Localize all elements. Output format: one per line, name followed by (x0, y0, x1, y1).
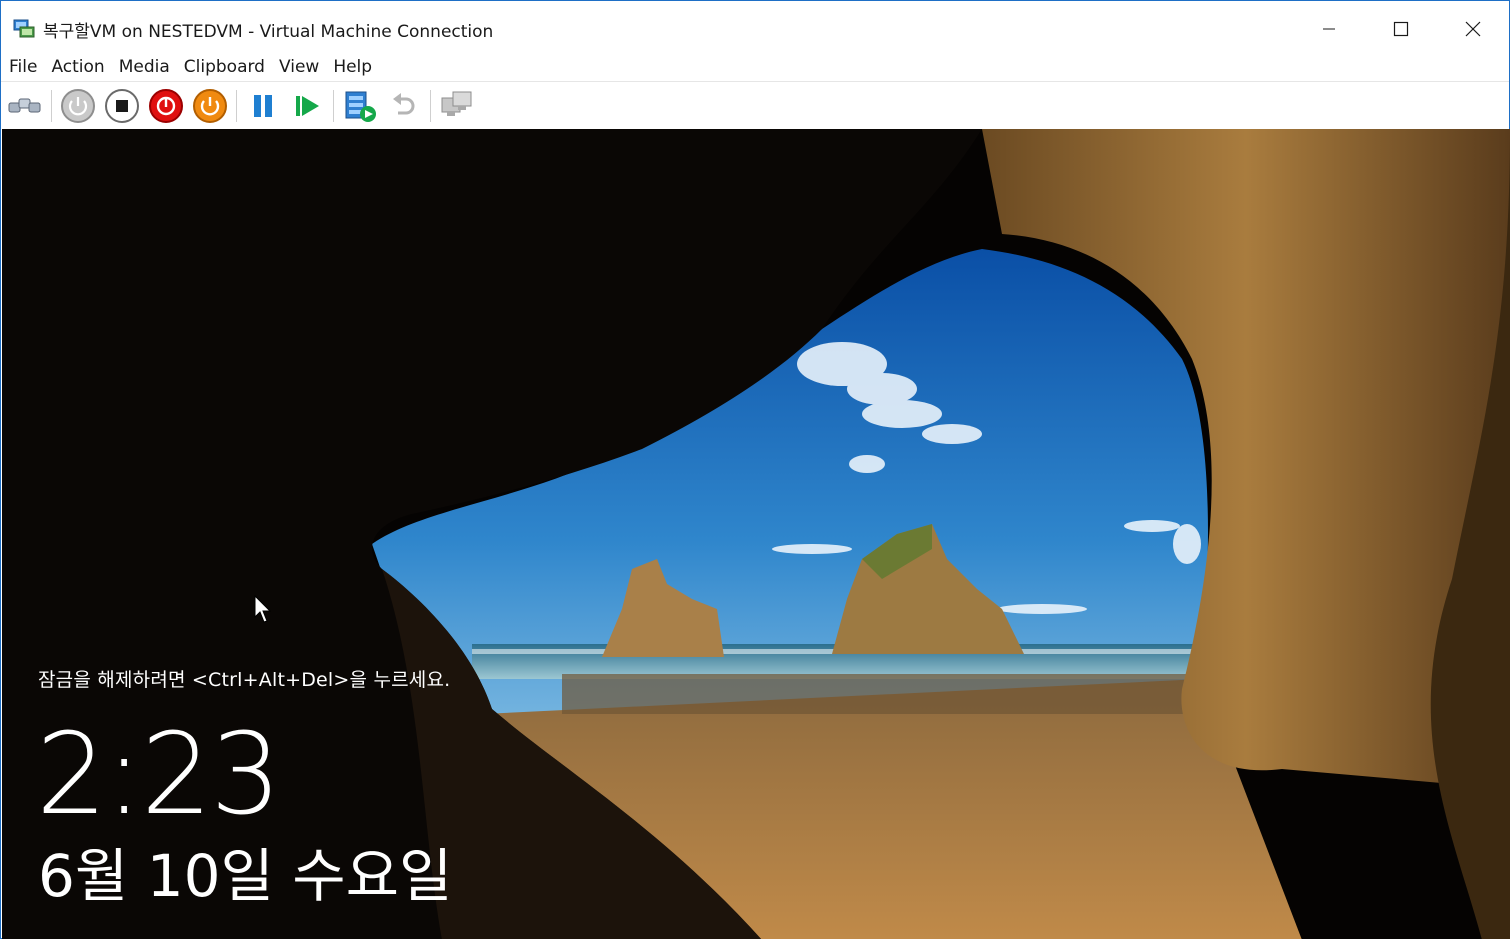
toolbar-separator (333, 89, 334, 122)
vm-connection-window: 복구할VM on NESTEDVM - Virtual Machine Conn… (0, 0, 1510, 939)
revert-icon (393, 92, 415, 114)
vm-display[interactable]: 잠금을 해제하려면 <Ctrl+Alt+Del>을 누르세요. 2:23 6월 … (2, 129, 1510, 939)
enhanced-session-icon (441, 91, 472, 116)
resume-icon (296, 95, 319, 116)
ctrl-alt-del-button[interactable] (5, 86, 45, 126)
checkpoint-button[interactable] (340, 86, 380, 126)
menu-view[interactable]: View (279, 57, 319, 77)
close-button[interactable] (1437, 7, 1509, 51)
turn-off-button[interactable] (102, 86, 142, 126)
lockscreen-unlock-hint: 잠금을 해제하려면 <Ctrl+Alt+Del>을 누르세요. (38, 669, 451, 691)
maximize-icon (1393, 21, 1409, 37)
shut-down-icon (149, 88, 183, 123)
window-title: 복구할VM on NESTEDVM - Virtual Machine Conn… (43, 21, 494, 42)
menu-clipboard[interactable]: Clipboard (184, 57, 265, 77)
lockscreen-date: 6월 10일 수요일 (38, 842, 453, 910)
resume-button[interactable] (287, 86, 327, 126)
start-button[interactable] (58, 86, 98, 126)
pause-icon (254, 94, 272, 117)
close-icon (1465, 21, 1481, 37)
maximize-button[interactable] (1365, 7, 1437, 51)
menu-media[interactable]: Media (119, 57, 170, 77)
toolbar (1, 81, 1509, 129)
pause-button[interactable] (243, 86, 283, 126)
minimize-button[interactable] (1293, 7, 1365, 51)
toolbar-separator (430, 89, 431, 122)
minimize-icon (1323, 28, 1335, 30)
start-icon (61, 88, 95, 123)
revert-button[interactable] (384, 86, 424, 126)
window-controls (1293, 7, 1509, 51)
enhanced-session-button[interactable] (437, 86, 477, 126)
save-icon (193, 88, 227, 123)
ctrl-alt-del-icon (8, 98, 41, 112)
save-button[interactable] (190, 86, 230, 126)
turn-off-icon (105, 88, 139, 123)
menu-bar: File Action Media Clipboard View Help (1, 53, 1509, 81)
vm-connection-icon (13, 18, 35, 40)
title-bar[interactable]: 복구할VM on NESTEDVM - Virtual Machine Conn… (1, 7, 1509, 51)
shut-down-button[interactable] (146, 86, 186, 126)
mouse-cursor-icon (254, 595, 272, 623)
lockscreen-time: 2:23 (36, 710, 282, 840)
menu-file[interactable]: File (9, 57, 37, 77)
menu-help[interactable]: Help (333, 57, 372, 77)
toolbar-separator (51, 89, 52, 122)
menu-action[interactable]: Action (51, 57, 104, 77)
toolbar-separator (236, 89, 237, 122)
checkpoint-icon (345, 91, 376, 122)
